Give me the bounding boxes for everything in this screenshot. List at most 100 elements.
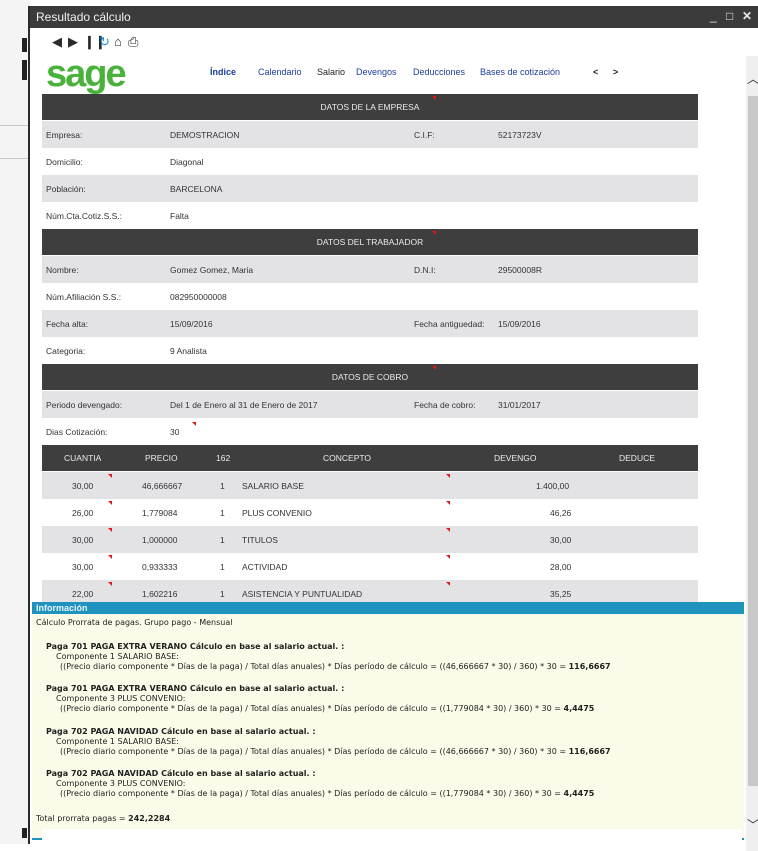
refresh-icon[interactable]: ↻ <box>99 35 110 49</box>
info-block-component: Componente 1 SALARIO BASE: <box>56 737 179 746</box>
comment-flag-icon <box>446 555 450 559</box>
comment-flag-icon <box>192 422 196 426</box>
cuantia-cell: 22,00 <box>72 589 94 599</box>
comment-flag-icon <box>446 501 450 505</box>
antiguedad-label: Fecha antiguedad: <box>414 319 485 329</box>
precio-cell: 1,779084 <box>142 508 178 518</box>
numcta-label: Núm.Cta.Cotiz.S.S.: <box>46 211 123 221</box>
navigation-bar: sage Índice Calendario Salario Devengos … <box>30 55 746 96</box>
chevron-down-icon[interactable]: ﹀ <box>747 816 758 833</box>
nombre-label: Nombre: <box>46 265 79 275</box>
info-subtitle: Cálculo Prorrata de pagas. Grupo pago - … <box>36 618 233 627</box>
n-cell: 1 <box>220 508 225 518</box>
afiliacion-label: Núm.Afiliación S.S.: <box>46 292 122 302</box>
toolbar: ◀ ▶ ❙❙ ↻ ⌂ ⎙ <box>30 28 758 56</box>
cuantia-cell: 30,00 <box>72 562 94 572</box>
chevron-up-icon[interactable]: ︿ <box>747 70 758 87</box>
row-empresa: Empresa: DEMOSTRACION C.I.F: 52173723V <box>42 121 698 148</box>
nav-prev-arrow[interactable]: < <box>593 67 598 77</box>
precio-cell: 1,000000 <box>142 535 178 545</box>
info-block-heading: Paga 702 PAGA NAVIDAD Cálculo en base al… <box>46 727 316 736</box>
fecha-cobro-value: 31/01/2017 <box>498 400 541 410</box>
info-block-formula: ((Precio diario componente * Días de la … <box>60 789 595 798</box>
numcta-value: Falta <box>170 211 189 221</box>
nav-bases-cotizacion[interactable]: Bases de cotización <box>480 67 560 77</box>
row-domicilio: Domicilio: Diagonal <box>42 148 698 175</box>
informacion-panel: Información Cálculo Prorrata de pagas. G… <box>32 602 744 840</box>
domicilio-value: Diagonal <box>170 157 204 167</box>
close-button[interactable]: ✕ <box>742 9 752 23</box>
minimize-button[interactable]: _ <box>710 9 717 23</box>
devengo-cell: 35,25 <box>550 589 572 599</box>
print-icon[interactable]: ⎙ <box>128 35 138 49</box>
row-categoria: Categoria: 9 Analista <box>42 337 698 364</box>
table-row: 30,00 1,000000 1 TITULOS 30,00 <box>42 526 698 553</box>
comment-flag-icon <box>108 528 112 532</box>
section-header-cobro: DATOS DE COBRO <box>42 364 698 390</box>
nav-deducciones[interactable]: Deducciones <box>413 67 465 77</box>
devengo-cell: 46,26 <box>550 508 572 518</box>
comment-flag-icon <box>108 501 112 505</box>
cuantia-cell: 26,00 <box>72 508 94 518</box>
dni-label: D.N.I: <box>414 265 436 275</box>
info-block-formula: ((Precio diario componente * Días de la … <box>60 747 611 756</box>
nav-devengos[interactable]: Devengos <box>356 67 397 77</box>
devengo-cell: 30,00 <box>550 535 572 545</box>
col-deduce: DEDUCE <box>619 453 655 463</box>
forward-icon[interactable]: ▶ <box>68 35 78 49</box>
informacion-title: Información <box>36 603 88 613</box>
domicilio-label: Domicilio: <box>46 157 83 167</box>
cuantia-cell: 30,00 <box>72 481 94 491</box>
empresa-label: Empresa: <box>46 130 83 140</box>
vertical-scrollbar[interactable]: ︿ ﹀ <box>746 56 758 851</box>
col-devengo: DEVENGO <box>494 453 537 463</box>
row-afiliacion: Núm.Afiliación S.S.: 082950000008 <box>42 283 698 310</box>
nav-indice[interactable]: Índice <box>210 67 236 77</box>
concepto-cell: ACTIVIDAD <box>242 562 288 572</box>
conceptos-table-header: CUANTIA PRECIO 162 CONCEPTO DEVENGO DEDU… <box>42 445 698 471</box>
dias-label: Dias Cotización: <box>46 427 108 437</box>
alta-value: 15/09/2016 <box>170 319 213 329</box>
n-cell: 1 <box>220 562 225 572</box>
row-fecha-alta: Fecha alta: 15/09/2016 Fecha antiguedad:… <box>42 310 698 337</box>
dias-value: 30 <box>170 427 180 437</box>
col-cuantia: CUANTIA <box>64 453 102 463</box>
window-title: Resultado cálculo <box>36 10 131 24</box>
concepto-cell: PLUS CONVENIO <box>242 508 312 518</box>
info-block-heading: Paga 702 PAGA NAVIDAD Cálculo en base al… <box>46 769 316 778</box>
nombre-value: Gomez Gomez, Maria <box>170 265 254 275</box>
comment-flag-icon <box>432 231 436 235</box>
nav-salario[interactable]: Salario <box>317 67 345 77</box>
table-row: 30,00 0,933333 1 ACTIVIDAD 28,00 <box>42 553 698 580</box>
n-cell: 1 <box>220 589 225 599</box>
precio-cell: 1,602216 <box>142 589 178 599</box>
partially-hidden-row <box>42 829 742 843</box>
n-cell: 1 <box>220 481 225 491</box>
scrollbar-thumb[interactable] <box>748 96 758 786</box>
section-header-trabajador: DATOS DEL TRABAJADOR <box>42 229 698 255</box>
cif-label: C.I.F: <box>414 130 435 140</box>
info-block-formula: ((Precio diario componente * Días de la … <box>60 704 595 713</box>
comment-flag-icon <box>108 582 112 586</box>
n-cell: 1 <box>220 535 225 545</box>
nav-calendario[interactable]: Calendario <box>258 67 302 77</box>
info-block-component: Componente 3 PLUS CONVENIO: <box>56 779 186 788</box>
nav-next-arrow[interactable]: > <box>613 67 618 77</box>
maximize-button[interactable]: □ <box>726 9 733 23</box>
afiliacion-value: 082950000008 <box>170 292 227 302</box>
alta-label: Fecha alta: <box>46 319 89 329</box>
cif-value: 52173723V <box>498 130 542 140</box>
table-row: 26,00 1,779084 1 PLUS CONVENIO 46,26 <box>42 499 698 526</box>
info-block-heading: Paga 701 PAGA EXTRA VERANO Cálculo en ba… <box>46 642 345 651</box>
comment-flag-icon <box>446 582 450 586</box>
table-row: 30,00 46,666667 1 SALARIO BASE 1.400,00 <box>42 472 698 499</box>
concepto-cell: TITULOS <box>242 535 278 545</box>
back-icon[interactable]: ◀ <box>52 35 62 49</box>
row-periodo: Periodo devengado: Del 1 de Enero al 31 … <box>42 391 698 418</box>
info-block-formula: ((Precio diario componente * Días de la … <box>60 662 611 671</box>
info-block-component: Componente 3 PLUS CONVENIO: <box>56 694 186 703</box>
home-icon[interactable]: ⌂ <box>114 35 122 49</box>
poblacion-label: Población: <box>46 184 86 194</box>
empresa-value: DEMOSTRACION <box>170 130 240 140</box>
comment-flag-icon <box>446 528 450 532</box>
